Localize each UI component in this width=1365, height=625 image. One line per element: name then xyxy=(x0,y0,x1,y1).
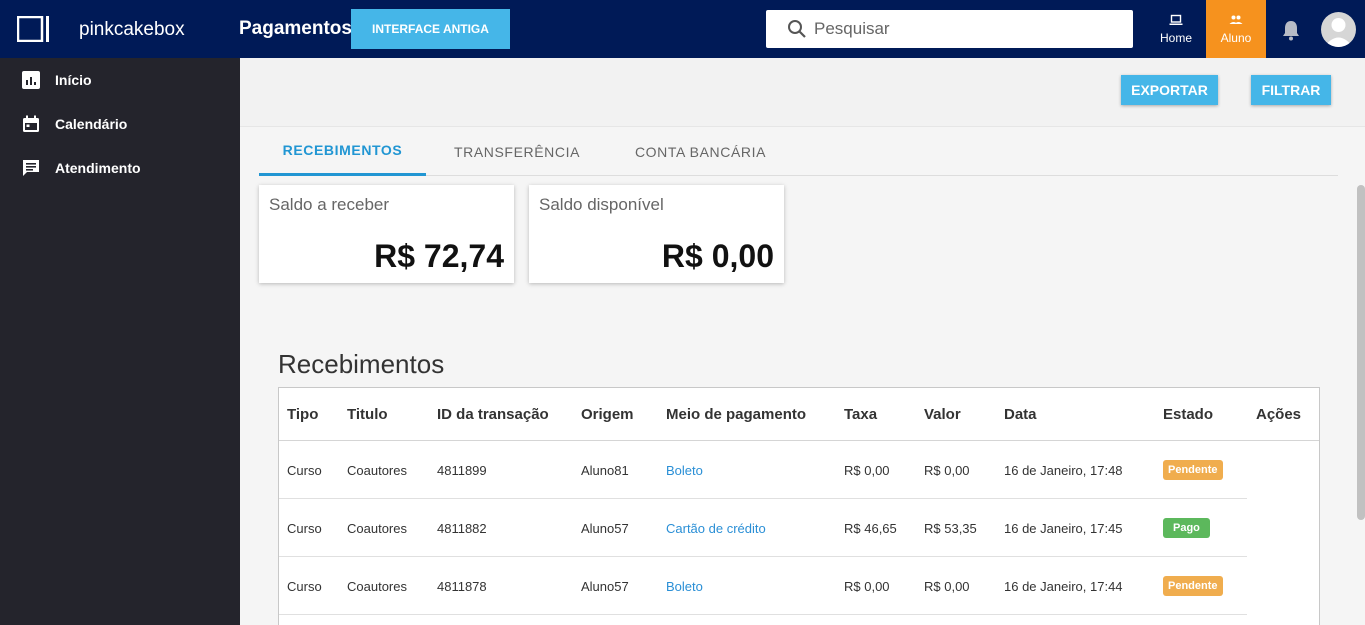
tab-recebimentos[interactable]: RECEBIMENTOS xyxy=(259,127,426,176)
cell-data: 16 de Janeiro, 17:45 xyxy=(1004,520,1123,536)
filter-button[interactable]: FILTRAR xyxy=(1251,75,1331,105)
cell-data: 16 de Janeiro, 17:48 xyxy=(1004,462,1123,478)
action-bar: EXPORTAR FILTRAR xyxy=(240,58,1365,126)
status-badge: Pendente xyxy=(1163,460,1223,480)
bell-icon[interactable] xyxy=(1281,19,1301,41)
status-badge: Pendente xyxy=(1163,576,1223,596)
column-header[interactable]: Data xyxy=(1004,388,1037,441)
main-area: EXPORTAR FILTRAR RECEBIMENTOS TRANSFERÊN… xyxy=(240,58,1365,625)
cell-tipo: Curso xyxy=(287,520,322,536)
sidebar-item-label: Atendimento xyxy=(55,160,141,176)
brand-name[interactable]: pinkcakebox xyxy=(79,19,185,41)
nav-home-button[interactable]: Home xyxy=(1146,0,1206,58)
cell-tipo: Curso xyxy=(287,462,322,478)
card-label: Saldo a receber xyxy=(269,195,390,214)
cell-tipo: Curso xyxy=(287,578,322,594)
cell-valor: R$ 53,35 xyxy=(924,520,977,536)
payment-method-link[interactable]: Boleto xyxy=(666,441,703,499)
cell-taxa: R$ 0,00 xyxy=(844,578,890,594)
cell-valor: R$ 0,00 xyxy=(924,462,970,478)
search-icon xyxy=(788,20,806,38)
cell-estado: Pendente xyxy=(1163,557,1223,615)
cell-origem: Aluno57 xyxy=(581,520,629,536)
nav-aluno-button[interactable]: Aluno xyxy=(1206,0,1266,58)
cell-transaction-id: 4811882 xyxy=(437,520,487,536)
cell-taxa: R$ 0,00 xyxy=(844,462,890,478)
cell-titulo: Coautores xyxy=(347,578,407,594)
column-header[interactable]: Taxa xyxy=(844,388,877,441)
cell-data: 16 de Janeiro, 17:44 xyxy=(1004,578,1123,594)
chat-icon xyxy=(23,160,39,176)
table-row[interactable]: Curso Coautores 4811899 Aluno81 Boleto R… xyxy=(279,441,1247,499)
balance-card-receivable: Saldo a receber R$ 72,74 xyxy=(259,185,514,283)
export-button[interactable]: EXPORTAR xyxy=(1121,75,1218,105)
search-input[interactable] xyxy=(814,19,1114,39)
column-header[interactable]: Ações xyxy=(1256,388,1301,441)
cell-titulo: Coautores xyxy=(347,520,407,536)
cell-titulo: Coautores xyxy=(347,462,407,478)
search-box[interactable] xyxy=(766,10,1133,48)
chart-icon xyxy=(22,71,40,89)
nav-aluno-label: Aluno xyxy=(1220,31,1252,45)
tab-conta-bancaria[interactable]: CONTA BANCÁRIA xyxy=(608,127,793,176)
column-header[interactable]: Estado xyxy=(1163,388,1213,441)
column-header[interactable]: Origem xyxy=(581,388,634,441)
card-value: R$ 0,00 xyxy=(661,238,774,274)
top-bar: pinkcakebox Pagamentos INTERFACE ANTIGA … xyxy=(0,0,1365,58)
card-label: Saldo disponível xyxy=(539,195,664,214)
sidebar-item-inicio[interactable]: Início xyxy=(0,58,240,102)
column-header[interactable]: Meio de pagamento xyxy=(666,388,806,441)
tab-bar: RECEBIMENTOS TRANSFERÊNCIA CONTA BANCÁRI… xyxy=(259,127,1338,176)
cell-transaction-id: 4811878 xyxy=(437,578,487,594)
sidebar-item-label: Início xyxy=(55,72,92,88)
cell-origem: Aluno57 xyxy=(581,578,629,594)
calendar-icon xyxy=(23,115,39,132)
page-title: Pagamentos xyxy=(239,18,352,39)
table-row[interactable]: Curso Coautores 4811882 Aluno57 Cartão d… xyxy=(279,499,1247,557)
column-header[interactable]: Titulo xyxy=(347,388,388,441)
sidebar-item-label: Calendário xyxy=(55,116,128,132)
nav-home-label: Home xyxy=(1159,31,1192,45)
column-header[interactable]: Tipo xyxy=(287,388,318,441)
table-row[interactable]: Curso Coautores 4811878 Aluno57 Boleto R… xyxy=(279,557,1247,615)
avatar[interactable] xyxy=(1321,12,1356,47)
payment-method-link[interactable]: Cartão de crédito xyxy=(666,499,766,557)
column-header[interactable]: Valor xyxy=(924,388,961,441)
logo-icon[interactable] xyxy=(17,16,50,42)
receipts-table: Tipo Titulo ID da transação Origem Meio … xyxy=(278,387,1320,625)
balance-card-available: Saldo disponível R$ 0,00 xyxy=(529,185,784,283)
laptop-icon xyxy=(1169,14,1183,25)
old-interface-button[interactable]: INTERFACE ANTIGA xyxy=(351,9,510,49)
payment-method-link[interactable]: Boleto xyxy=(666,557,703,615)
cell-estado: Pendente xyxy=(1163,441,1223,499)
sidebar-item-calendario[interactable]: Calendário xyxy=(0,102,240,146)
cell-estado: Pago xyxy=(1163,499,1210,557)
cell-taxa: R$ 46,65 xyxy=(844,520,897,536)
tab-transferencia[interactable]: TRANSFERÊNCIA xyxy=(426,127,608,176)
content-panel: RECEBIMENTOS TRANSFERÊNCIA CONTA BANCÁRI… xyxy=(240,126,1365,625)
card-value: R$ 72,74 xyxy=(374,238,504,274)
people-icon xyxy=(1229,15,1243,24)
cell-origem: Aluno81 xyxy=(581,462,629,478)
sidebar: Início Calendário Atendimento xyxy=(0,58,240,625)
cell-valor: R$ 0,00 xyxy=(924,578,970,594)
status-badge: Pago xyxy=(1163,518,1210,538)
column-header[interactable]: ID da transação xyxy=(437,388,549,441)
sidebar-item-atendimento[interactable]: Atendimento xyxy=(0,146,240,190)
table-header: Tipo Titulo ID da transação Origem Meio … xyxy=(279,388,1319,441)
section-title: Recebimentos xyxy=(278,349,445,379)
user-silhouette-icon xyxy=(1324,18,1353,47)
vertical-scrollbar[interactable] xyxy=(1357,185,1365,520)
cell-transaction-id: 4811899 xyxy=(437,462,487,478)
